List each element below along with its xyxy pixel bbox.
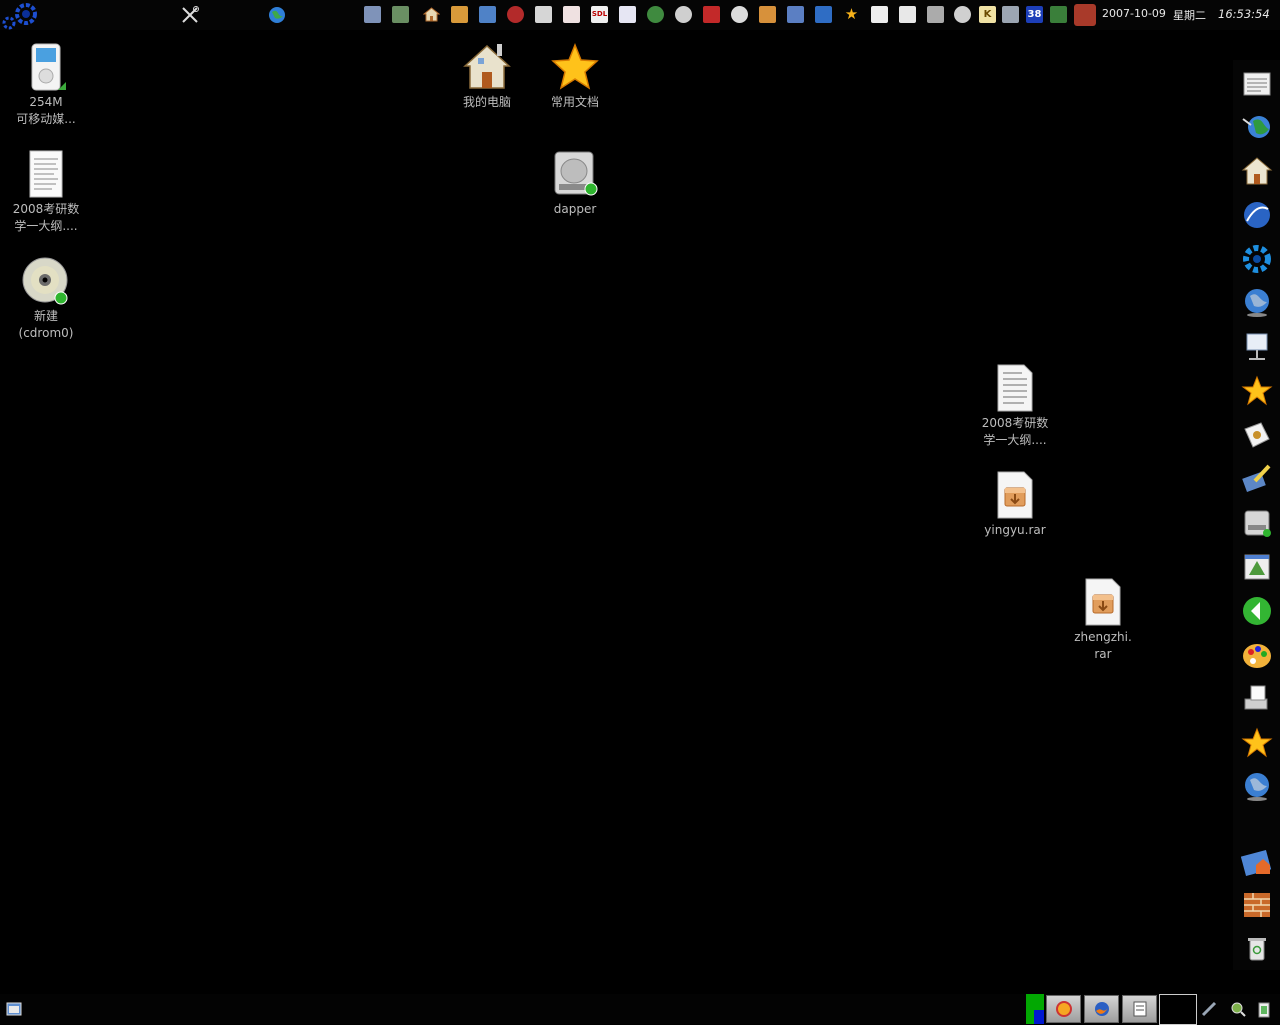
newspaper-icon[interactable] <box>1241 68 1273 100</box>
desktop-icon-label: 常用文档 <box>550 95 599 109</box>
notes-icon[interactable] <box>871 6 888 23</box>
hard-drive-icon[interactable] <box>1241 507 1273 539</box>
web-browser-icon[interactable] <box>479 6 496 23</box>
archive-icon <box>997 471 1033 519</box>
favorite-star-icon[interactable] <box>1241 727 1273 759</box>
right-dock <box>1233 60 1280 970</box>
user-avatar-icon[interactable] <box>1074 4 1096 26</box>
kde-menu-button[interactable] <box>0 0 48 30</box>
star-icon <box>551 42 599 90</box>
taskbar-empty-slot[interactable] <box>1159 994 1197 1025</box>
graphics-icon[interactable] <box>703 6 720 23</box>
mail-icon[interactable] <box>535 6 552 23</box>
desktop-icon-ipod[interactable]: 254M 可移动媒... <box>6 42 86 128</box>
star-icon[interactable]: ★ <box>843 6 860 23</box>
archive-icon <box>1085 578 1121 626</box>
lifebuoy-icon <box>1055 1001 1072 1017</box>
desktop-icon-dapper[interactable]: dapper <box>535 149 615 218</box>
desktop-icon-label: dapper <box>553 202 597 216</box>
bookmark-star-icon[interactable] <box>1241 375 1273 407</box>
home-icon[interactable] <box>1241 155 1273 187</box>
top-panel: SDL ★ K 38 2007-10-09 星期二 16:53:54 <box>0 0 1280 30</box>
network-tray-icon[interactable] <box>1201 1001 1217 1017</box>
clipboard-tray-icon[interactable] <box>1258 1000 1270 1018</box>
home-folder-icon[interactable] <box>1241 845 1273 877</box>
scanner-icon[interactable] <box>1241 683 1273 715</box>
document-icon <box>29 150 63 198</box>
text-document-icon <box>1133 1001 1146 1017</box>
edit-icon[interactable] <box>1241 463 1273 495</box>
document-viewer-icon[interactable] <box>619 6 636 23</box>
paint-icon[interactable] <box>451 6 468 23</box>
connection-icon[interactable] <box>1002 6 1019 23</box>
sdl-icon[interactable]: SDL <box>591 6 608 23</box>
game-icon[interactable] <box>647 6 664 23</box>
clock-weekday[interactable]: 星期二 <box>1173 7 1206 23</box>
media-player-icon[interactable] <box>507 6 524 23</box>
browser-icon[interactable] <box>1241 199 1273 231</box>
home-icon <box>463 44 511 89</box>
document-icon <box>997 364 1033 412</box>
desktop-icon-label: zhengzhi. rar <box>1074 630 1132 661</box>
package-icon[interactable] <box>759 6 776 23</box>
hard-drive-icon <box>554 151 598 196</box>
desktop-icon-cdrom[interactable]: 新建 (cdrom0) <box>6 256 86 342</box>
clock-date[interactable]: 2007-10-09 <box>1102 7 1166 20</box>
qq-badge-icon[interactable]: 38 <box>1026 6 1043 23</box>
pager-indicator[interactable] <box>1026 994 1044 1024</box>
desktop-icon-label: 新建 (cdrom0) <box>18 309 74 340</box>
network-globe-icon[interactable] <box>1241 111 1273 143</box>
image-viewer-icon[interactable] <box>1241 551 1273 583</box>
desktop-icon-label: 2008考研数 学一大纲.... <box>12 202 80 233</box>
ipod-icon <box>31 43 66 91</box>
bottom-panel <box>0 994 1280 1025</box>
desktop-icon-label: yingyu.rar <box>984 523 1046 537</box>
desktop-icon-pdf-right[interactable]: 2008考研数 学一大纲.... <box>975 363 1055 449</box>
desktop-icon-label: 我的电脑 <box>462 95 511 109</box>
clock-time[interactable]: 16:53:54 <box>1218 7 1270 21</box>
tools-icon[interactable] <box>181 6 199 24</box>
network-icon[interactable] <box>787 6 804 23</box>
desktop-icon-zhengzhi-rar[interactable]: zhengzhi. rar <box>1063 577 1143 663</box>
palette-icon[interactable] <box>1241 639 1273 671</box>
display-icon[interactable] <box>815 6 832 23</box>
desktop-icon-favorites[interactable]: 常用文档 <box>535 42 615 111</box>
chat-icon[interactable] <box>675 6 692 23</box>
update-icon[interactable] <box>1050 6 1067 23</box>
search-tray-icon[interactable] <box>1230 1001 1246 1017</box>
text-editor-icon[interactable] <box>563 6 580 23</box>
home-icon[interactable] <box>423 6 440 23</box>
settings-gear-icon[interactable] <box>1241 243 1273 275</box>
desktop-icon-yingyu-rar[interactable]: yingyu.rar <box>975 470 1055 539</box>
search-document-icon[interactable] <box>899 6 916 23</box>
globe-icon[interactable] <box>1241 771 1273 803</box>
show-desktop-icon[interactable] <box>6 1002 22 1016</box>
window-list-icon[interactable] <box>364 6 381 23</box>
monitor-icon[interactable] <box>927 6 944 23</box>
desktop-icon-pdf-left[interactable]: 2008考研数 学一大纲.... <box>6 149 86 235</box>
mail-send-icon[interactable] <box>1241 419 1273 451</box>
taskbar-app-help[interactable] <box>1046 995 1081 1023</box>
gear-logo-icon <box>2 3 37 30</box>
messenger-icon[interactable] <box>731 6 748 23</box>
firewall-icon[interactable] <box>1241 889 1273 921</box>
trash-icon[interactable] <box>1241 933 1273 965</box>
taskbar-app-editor[interactable] <box>1122 995 1157 1023</box>
firefox-icon <box>1094 1002 1109 1016</box>
monitor-network-icon[interactable] <box>1241 331 1273 363</box>
desktop-icon-label: 254M 可移动媒... <box>16 95 76 126</box>
download-icon[interactable] <box>392 6 409 23</box>
desktop-icon-my-computer[interactable]: 我的电脑 <box>447 42 527 111</box>
taskbar-app-firefox[interactable] <box>1084 995 1119 1023</box>
internet-globe-icon[interactable] <box>1241 287 1273 319</box>
globe-icon[interactable] <box>268 6 286 24</box>
back-arrow-icon[interactable] <box>1241 595 1273 627</box>
k-icon[interactable]: K <box>979 6 996 23</box>
desktop-icon-label: 2008考研数 学一大纲.... <box>981 416 1049 447</box>
cdrom-icon <box>22 257 68 305</box>
disc-icon[interactable] <box>954 6 971 23</box>
